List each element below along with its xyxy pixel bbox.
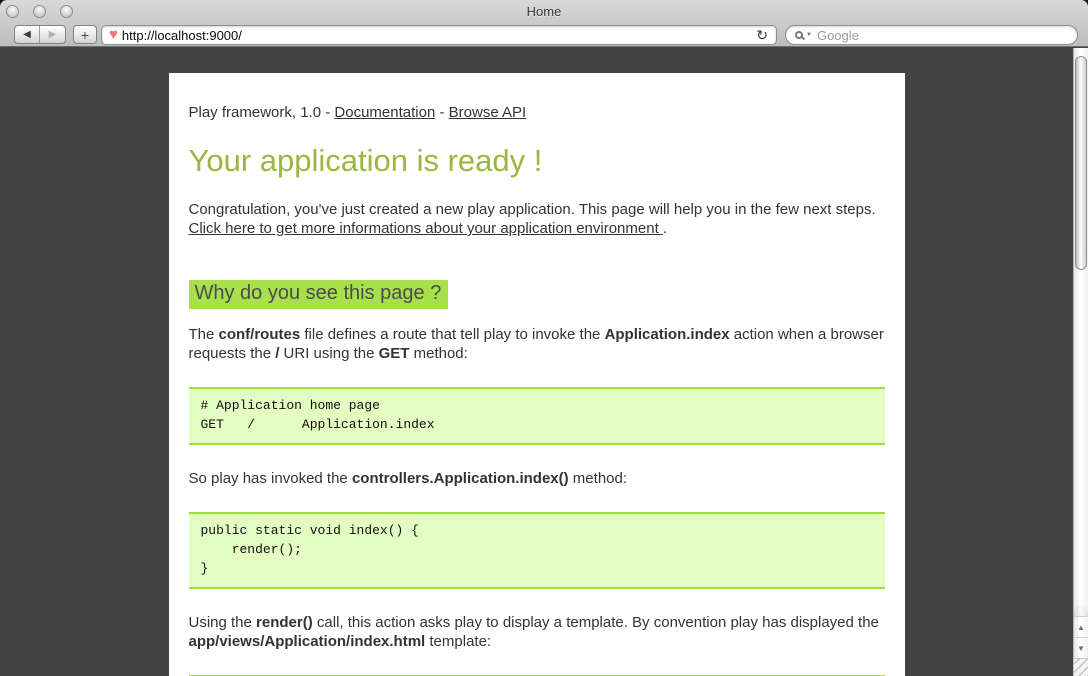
search-input[interactable] (817, 28, 1067, 43)
code-block-action: public static void index() { render(); } (189, 512, 885, 589)
intro-period: . (663, 220, 667, 237)
documentation-link[interactable]: Documentation (334, 104, 435, 121)
page-title: Your application is ready ! (189, 143, 885, 179)
back-icon: ◀ (23, 29, 31, 40)
page-area: Play framework, 1.0 - Documentation - Br… (0, 48, 1073, 676)
scrollbar-button-cap (1074, 606, 1088, 616)
browser-viewport: Play framework, 1.0 - Documentation - Br… (0, 48, 1088, 676)
window-chrome: Home ◀ ▶ + ♥ ↻ ▼ (0, 0, 1088, 47)
refresh-button[interactable]: ↻ (754, 28, 770, 42)
back-button[interactable]: ◀ (15, 26, 40, 43)
environment-info-link[interactable]: Click here to get more informations abou… (189, 220, 663, 237)
titlebar: Home (0, 0, 1088, 23)
meta-separator: - (321, 104, 334, 121)
get-method-term: GET (379, 345, 410, 362)
new-tab-button[interactable]: + (73, 25, 97, 44)
address-bar[interactable]: ♥ ↻ (101, 25, 777, 45)
meta-separator: - (435, 104, 448, 121)
invoked-paragraph: So play has invoked the controllers.Appl… (189, 469, 885, 488)
routes-paragraph: The conf/routes file defines a route tha… (189, 325, 885, 363)
search-icon (795, 31, 803, 39)
template-text: call, this action asks play to display a… (313, 614, 879, 631)
intro-paragraph: Congratulation, you've just created a ne… (189, 200, 885, 238)
window-title: Home (0, 4, 1088, 19)
application-index-term: Application.index (605, 326, 730, 343)
url-input[interactable] (122, 28, 754, 43)
scroll-down-button[interactable]: ▼ (1074, 637, 1088, 658)
vertical-scrollbar[interactable]: ▲ ▼ (1073, 48, 1088, 676)
scrollbar-thumb[interactable] (1075, 56, 1087, 270)
browse-api-link[interactable]: Browse API (449, 104, 527, 121)
nav-button-group: ◀ ▶ (14, 25, 66, 44)
invoked-text: So play has invoked the (189, 470, 352, 487)
forward-button[interactable]: ▶ (40, 26, 65, 43)
framework-version: Play framework, 1.0 (189, 104, 322, 121)
routes-text: The (189, 326, 219, 343)
code-block-routes: # Application home page GET / Applicatio… (189, 387, 885, 445)
forward-icon: ▶ (49, 29, 57, 40)
arrow-down-icon: ▼ (1077, 644, 1085, 653)
search-bar[interactable]: ▼ (785, 25, 1078, 45)
search-engine-caret-icon[interactable]: ▼ (806, 32, 812, 38)
template-paragraph: Using the render() call, this action ask… (189, 613, 885, 651)
invoked-text: method: (569, 470, 627, 487)
controller-method-term: controllers.Application.index() (352, 470, 569, 487)
template-text: Using the (189, 614, 257, 631)
intro-text: Congratulation, you've just created a ne… (189, 201, 876, 218)
play-welcome-page: Play framework, 1.0 - Documentation - Br… (169, 73, 905, 676)
conf-routes-term: conf/routes (219, 326, 301, 343)
heart-favicon-icon: ♥ (109, 27, 118, 42)
section-heading-why: Why do you see this page ? (189, 280, 449, 309)
template-path-term: app/views/Application/index.html (189, 633, 426, 650)
render-call-term: render() (256, 614, 313, 631)
routes-text: method: (409, 345, 467, 362)
arrow-up-icon: ▲ (1077, 623, 1085, 632)
refresh-icon: ↻ (756, 27, 768, 43)
template-text: template: (425, 633, 491, 650)
framework-meta-line: Play framework, 1.0 - Documentation - Br… (189, 103, 885, 122)
window-resize-grip[interactable] (1073, 658, 1088, 676)
routes-text: URI using the (279, 345, 378, 362)
browser-toolbar: ◀ ▶ + ♥ ↻ ▼ (0, 23, 1088, 47)
scrollbar-buttons: ▲ ▼ (1074, 606, 1088, 658)
browser-window: Home ◀ ▶ + ♥ ↻ ▼ Play framework, 1.0 (0, 0, 1088, 676)
scroll-up-button[interactable]: ▲ (1074, 616, 1088, 637)
routes-text: file defines a route that tell play to i… (300, 326, 604, 343)
plus-icon: + (81, 27, 89, 43)
